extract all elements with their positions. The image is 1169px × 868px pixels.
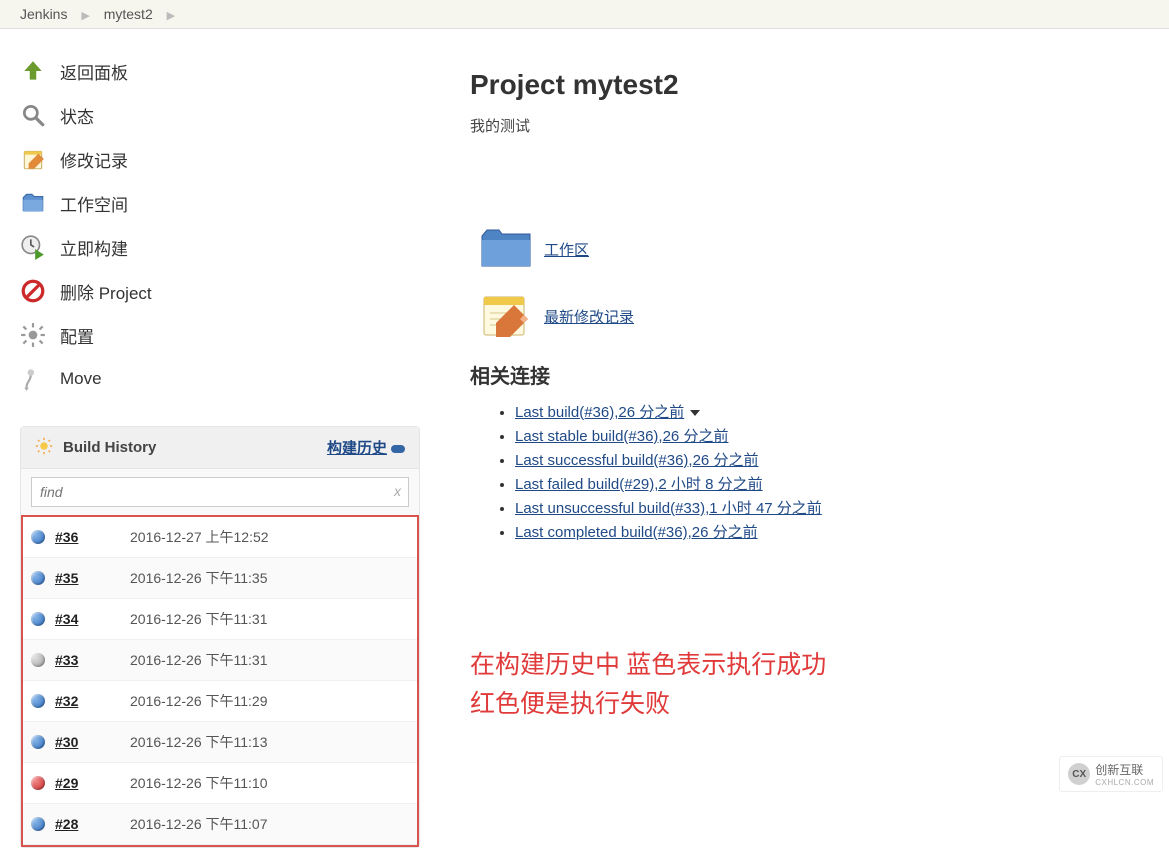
build-time: 2016-12-26 下午11:35 — [130, 568, 268, 588]
related-link[interactable]: Last unsuccessful build(#33),1 小时 47 分之前 — [515, 500, 822, 517]
build-history-search: x — [21, 469, 419, 515]
task-label: 配置 — [60, 323, 94, 348]
build-history-row[interactable]: #30 2016-12-26 下午11:13 — [23, 722, 417, 763]
clear-icon[interactable]: x — [394, 483, 401, 499]
notepad-large-icon — [480, 291, 532, 342]
task-back-to-dashboard[interactable]: 返回面板 — [20, 49, 420, 93]
status-ball-icon — [31, 530, 45, 544]
task-status[interactable]: 状态 — [20, 93, 420, 137]
build-number-link[interactable]: #33 — [55, 652, 110, 668]
watermark: CX 创新互联 CXHLCN.COM — [1059, 756, 1163, 792]
annotation-text: 在构建历史中 蓝色表示执行成功 红色便是执行失败 — [470, 647, 1149, 725]
build-time: 2016-12-26 下午11:31 — [130, 609, 268, 629]
status-ball-icon — [31, 612, 45, 626]
status-ball-icon — [31, 817, 45, 831]
list-item: Last successful build(#36),26 分之前 — [515, 449, 1149, 470]
task-delete-project[interactable]: 删除 Project — [20, 269, 420, 313]
build-number-link[interactable]: #28 — [55, 816, 110, 832]
changes-link-row[interactable]: 最新修改记录 — [480, 291, 1149, 342]
build-number-link[interactable]: #34 — [55, 611, 110, 627]
task-label: 状态 — [60, 103, 94, 128]
folder-large-icon — [480, 226, 532, 273]
build-number-link[interactable]: #35 — [55, 570, 110, 586]
related-links-heading: 相关连接 — [470, 360, 1149, 389]
status-ball-icon — [31, 776, 45, 790]
workspace-link[interactable]: 工作区 — [544, 239, 589, 260]
build-number-link[interactable]: #30 — [55, 734, 110, 750]
build-history-row[interactable]: #36 2016-12-27 上午12:52 — [23, 517, 417, 558]
workspace-link-row[interactable]: 工作区 — [480, 226, 1149, 273]
task-label: 修改记录 — [60, 147, 128, 172]
trend-badge-icon — [391, 445, 405, 453]
related-link[interactable]: Last stable build(#36),26 分之前 — [515, 428, 728, 445]
related-link[interactable]: Last failed build(#29),2 小时 8 分之前 — [515, 476, 763, 493]
build-history-header: Build History 构建历史 — [21, 427, 419, 469]
status-ball-icon — [31, 735, 45, 749]
list-item: Last unsuccessful build(#33),1 小时 47 分之前 — [515, 497, 1149, 518]
clock-play-icon — [20, 234, 60, 260]
build-history-row[interactable]: #33 2016-12-26 下午11:31 — [23, 640, 417, 681]
task-move[interactable]: Move — [20, 357, 420, 401]
build-number-link[interactable]: #36 — [55, 529, 110, 545]
task-workspace[interactable]: 工作空间 — [20, 181, 420, 225]
task-build-now[interactable]: 立即构建 — [20, 225, 420, 269]
breadcrumb-project[interactable]: mytest2 — [104, 6, 153, 22]
project-description: 我的测试 — [470, 115, 1149, 136]
build-number-link[interactable]: #32 — [55, 693, 110, 709]
build-history-row[interactable]: #35 2016-12-26 下午11:35 — [23, 558, 417, 599]
related-link[interactable]: Last successful build(#36),26 分之前 — [515, 452, 758, 469]
search-icon — [20, 102, 60, 128]
build-time: 2016-12-26 下午11:13 — [130, 732, 268, 752]
task-label: 删除 Project — [60, 279, 152, 304]
changes-link[interactable]: 最新修改记录 — [544, 306, 634, 327]
build-time: 2016-12-26 下午11:31 — [130, 650, 268, 670]
prohibit-icon — [20, 278, 60, 304]
status-ball-icon — [31, 571, 45, 585]
build-history-row[interactable]: #32 2016-12-26 下午11:29 — [23, 681, 417, 722]
status-ball-icon — [31, 694, 45, 708]
up-arrow-icon — [20, 58, 60, 84]
list-item: Last build(#36),26 分之前 — [515, 401, 1149, 422]
sun-icon — [35, 437, 53, 458]
build-time: 2016-12-26 下午11:10 — [130, 773, 268, 793]
task-label: 工作空间 — [60, 191, 128, 216]
build-history-list: #36 2016-12-27 上午12:52 #35 2016-12-26 下午11:… — [21, 515, 419, 847]
list-item: Last completed build(#36),26 分之前 — [515, 521, 1149, 542]
status-ball-icon — [31, 653, 45, 667]
task-label: Move — [60, 369, 102, 389]
build-time: 2016-12-27 上午12:52 — [130, 527, 269, 547]
main-panel: Project mytest2 我的测试 工作区 最新修改记录 相关连接 Las… — [440, 29, 1169, 868]
side-panel: 返回面板 状态 修改记录 工作空间 立即构建 — [0, 29, 440, 868]
list-item: Last stable build(#36),26 分之前 — [515, 425, 1149, 446]
related-links-list: Last build(#36),26 分之前 Last stable build(… — [515, 401, 1149, 542]
build-time: 2016-12-26 下午11:07 — [130, 814, 268, 834]
build-history-row[interactable]: #34 2016-12-26 下午11:31 — [23, 599, 417, 640]
breadcrumb: Jenkins ▶ mytest2 ▶ — [0, 0, 1169, 29]
task-label: 立即构建 — [60, 235, 128, 260]
task-label: 返回面板 — [60, 59, 128, 84]
build-history-search-input[interactable] — [31, 477, 409, 507]
build-history-title: Build History — [63, 439, 327, 456]
notepad-icon — [20, 146, 60, 172]
chevron-right-icon: ▶ — [81, 10, 89, 22]
gear-icon — [20, 322, 60, 348]
breadcrumb-root[interactable]: Jenkins — [20, 6, 67, 22]
build-time: 2016-12-26 下午11:29 — [130, 691, 268, 711]
task-configure[interactable]: 配置 — [20, 313, 420, 357]
folder-icon — [20, 190, 60, 216]
build-history-trend-link[interactable]: 构建历史 — [327, 437, 405, 458]
build-history-row[interactable]: #28 2016-12-26 下午11:07 — [23, 804, 417, 845]
move-icon — [20, 366, 60, 392]
related-link[interactable]: Last build(#36),26 分之前 — [515, 404, 684, 421]
task-changes[interactable]: 修改记录 — [20, 137, 420, 181]
build-history-panel: Build History 构建历史 x #36 2016-12-27 上午12:… — [20, 426, 420, 848]
list-item: Last failed build(#29),2 小时 8 分之前 — [515, 473, 1149, 494]
chevron-down-icon[interactable] — [690, 410, 700, 416]
watermark-logo-icon: CX — [1068, 763, 1090, 785]
chevron-right-icon: ▶ — [167, 10, 175, 22]
page-title: Project mytest2 — [470, 69, 1149, 101]
build-number-link[interactable]: #29 — [55, 775, 110, 791]
related-link[interactable]: Last completed build(#36),26 分之前 — [515, 524, 758, 541]
